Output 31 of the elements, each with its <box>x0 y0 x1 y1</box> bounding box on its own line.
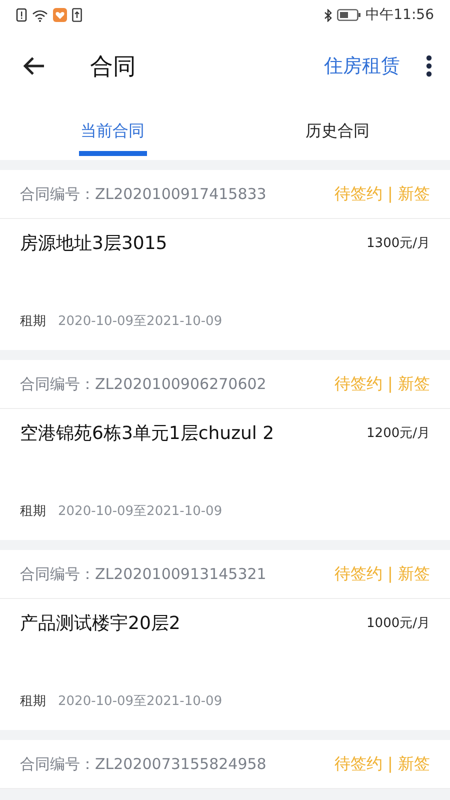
monthly-rent: 1200元/月 <box>366 425 430 442</box>
contract-status: 待签约 | 新签 <box>334 754 430 774</box>
status-time: 中午11:56 <box>366 6 434 24</box>
property-address: 房源地址3层3015 <box>20 232 168 255</box>
bluetooth-icon <box>324 8 332 22</box>
lease-term: 2020-10-09至2021-10-09 <box>58 313 222 330</box>
lease-term: 2020-10-09至2021-10-09 <box>58 693 222 710</box>
contract-number: 合同编号：ZL2020100913145321 <box>20 564 266 584</box>
battery-icon <box>336 9 361 21</box>
lease-term: 2020-10-09至2021-10-09 <box>58 503 222 520</box>
housing-rental-link[interactable]: 住房租赁 <box>324 53 400 79</box>
contract-number: 合同编号：ZL2020100906270602 <box>20 374 266 394</box>
monthly-rent: 1000元/月 <box>366 615 430 632</box>
wifi-icon <box>32 8 48 22</box>
upload-icon <box>72 8 82 22</box>
page-title: 合同 <box>90 52 137 82</box>
property-address: 空港锦苑6栋3单元1层chuzul 2 <box>20 422 274 445</box>
contract-status: 待签约 | 新签 <box>334 374 430 394</box>
lease-term-label: 租期 <box>20 313 46 330</box>
lease-term-label: 租期 <box>20 503 46 520</box>
back-button[interactable] <box>22 56 46 76</box>
monthly-rent: 1300元/月 <box>366 235 430 252</box>
contract-status: 待签约 | 新签 <box>334 184 430 204</box>
contract-number: 合同编号：ZL2020100917415833 <box>20 184 266 204</box>
contract-status: 待签约 | 新签 <box>334 564 430 584</box>
contract-number: 合同编号：ZL2020073155824958 <box>20 754 266 774</box>
app-notification-icon <box>53 8 67 22</box>
property-address: 产品测试楼宇20层2 <box>20 612 180 635</box>
tab[interactable]: 历史合同 <box>225 102 450 160</box>
lease-term-label: 租期 <box>20 693 46 710</box>
alert-icon <box>16 8 27 22</box>
